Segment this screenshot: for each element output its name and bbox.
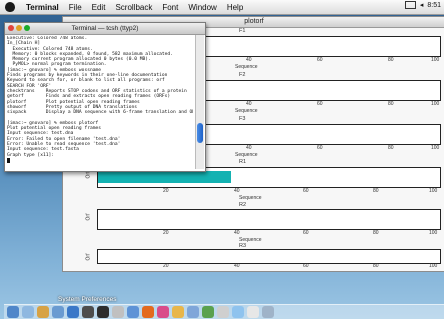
tick-60-r3: 60 <box>303 263 309 269</box>
orf-bar-r1 <box>98 171 231 183</box>
panel-title-f3: F3 <box>239 116 246 122</box>
tick-60-r1: 60 <box>303 188 309 194</box>
terminal-window[interactable]: Terminal — tcsh (ttyp2) Executive: Color… <box>4 22 206 172</box>
y-label-r2: Orf <box>85 213 92 221</box>
tick-40-f2: 40 <box>246 101 252 107</box>
tick-80-f2: 80 <box>388 101 394 107</box>
menu-app-name[interactable]: Terminal <box>21 3 64 12</box>
dock-app-icon[interactable] <box>217 306 229 318</box>
tick-100-f1: 100 <box>431 57 440 63</box>
apple-menu-icon[interactable] <box>5 2 15 12</box>
tick-40-r2: 40 <box>234 230 240 236</box>
dock-app-icon[interactable] <box>127 306 139 318</box>
menu-scrollback[interactable]: Scrollback <box>110 3 157 12</box>
terminal-line: getorf Finds and extracts open reading f… <box>7 94 171 100</box>
dock-app-icon[interactable] <box>157 306 169 318</box>
tick-80-r1: 80 <box>373 188 379 194</box>
tick-60-r2: 60 <box>303 230 309 236</box>
tick-100-r1: 100 <box>429 188 438 194</box>
volume-icon[interactable]: ◂ <box>420 1 424 9</box>
dock-app-icon[interactable] <box>82 306 94 318</box>
tick-80-f3: 80 <box>388 145 394 151</box>
terminal-scrollbar[interactable] <box>195 35 204 169</box>
orf-panel-r3 <box>97 249 441 264</box>
tick-100-f3: 100 <box>431 145 440 151</box>
dock-app-icon[interactable] <box>67 306 79 318</box>
tick-20-r1: 20 <box>163 188 169 194</box>
x-label-f1: Sequence <box>235 64 258 70</box>
scrollbar-thumb[interactable] <box>197 123 203 143</box>
y-label-r3: Orf <box>85 253 92 261</box>
close-button[interactable] <box>8 25 14 31</box>
tick-40-r3: 40 <box>234 263 240 269</box>
dock-app-icon[interactable] <box>7 306 19 318</box>
display-icon[interactable] <box>404 1 416 9</box>
terminal-title-bar[interactable]: Terminal — tcsh (ttyp2) <box>5 23 205 35</box>
orf-panel-r2 <box>97 209 441 230</box>
dock-app-icon[interactable] <box>22 306 34 318</box>
dock-app-icon[interactable] <box>202 306 214 318</box>
terminal-output[interactable]: Executive: Colored 748 atoms. In_[Chain H… <box>7 36 193 169</box>
x-label-r1: Sequence <box>239 195 262 201</box>
text-cursor <box>7 158 10 164</box>
dock-app-icon[interactable] <box>112 306 124 318</box>
menu-file[interactable]: File <box>64 3 87 12</box>
tick-100-r2: 100 <box>429 230 438 236</box>
menu-edit[interactable]: Edit <box>87 3 111 12</box>
tick-40-r1: 40 <box>234 188 240 194</box>
menu-font[interactable]: Font <box>157 3 183 12</box>
x-label-f3: Sequence <box>235 152 258 158</box>
zoom-button[interactable] <box>24 25 30 31</box>
dock-app-icon[interactable] <box>52 306 64 318</box>
dock-app-icon[interactable] <box>142 306 154 318</box>
dock <box>4 304 444 319</box>
terminal-line: Graph type [x11]: <box>7 152 55 158</box>
terminal-line: sixpack Display a DNA sequence with 6-fr… <box>7 110 193 116</box>
tick-20-r2: 20 <box>163 230 169 236</box>
dock-app-icon[interactable] <box>37 306 49 318</box>
dock-app-icon[interactable] <box>262 306 274 318</box>
panel-title-f2: F2 <box>239 72 246 78</box>
tick-80-f1: 80 <box>388 57 394 63</box>
menu-bar: Terminal File Edit Scrollback Font Windo… <box>0 0 444 15</box>
tick-60-f3: 60 <box>317 145 323 151</box>
tick-100-f2: 100 <box>431 101 440 107</box>
tick-40-f1: 40 <box>246 57 252 63</box>
panel-title-r2: R2 <box>239 202 247 208</box>
menu-help[interactable]: Help <box>222 3 248 12</box>
panel-title-r1: R1 <box>239 159 247 165</box>
dock-app-icon[interactable] <box>187 306 199 318</box>
clock-text[interactable]: 8:51 <box>427 2 441 9</box>
dock-app-icon[interactable] <box>97 306 109 318</box>
tick-20-r3: 20 <box>163 263 169 269</box>
dock-app-icon[interactable] <box>247 306 259 318</box>
terminal-title: Terminal — tcsh (ttyp2) <box>71 25 139 32</box>
tick-100-r3: 100 <box>429 263 438 269</box>
tick-60-f2: 60 <box>317 101 323 107</box>
minimize-button[interactable] <box>16 25 22 31</box>
x-label-f2: Sequence <box>235 108 258 114</box>
dock-app-icon[interactable] <box>232 306 244 318</box>
tick-60-f1: 60 <box>317 57 323 63</box>
menu-window[interactable]: Window <box>183 3 221 12</box>
dock-tooltip: System Preferences <box>58 296 117 303</box>
panel-title-f1: F1 <box>239 28 246 34</box>
tick-40-f3: 40 <box>246 145 252 151</box>
dock-app-icon[interactable] <box>172 306 184 318</box>
tick-80-r3: 80 <box>373 263 379 269</box>
y-label-r1: Orf <box>85 171 92 179</box>
tick-80-r2: 80 <box>373 230 379 236</box>
